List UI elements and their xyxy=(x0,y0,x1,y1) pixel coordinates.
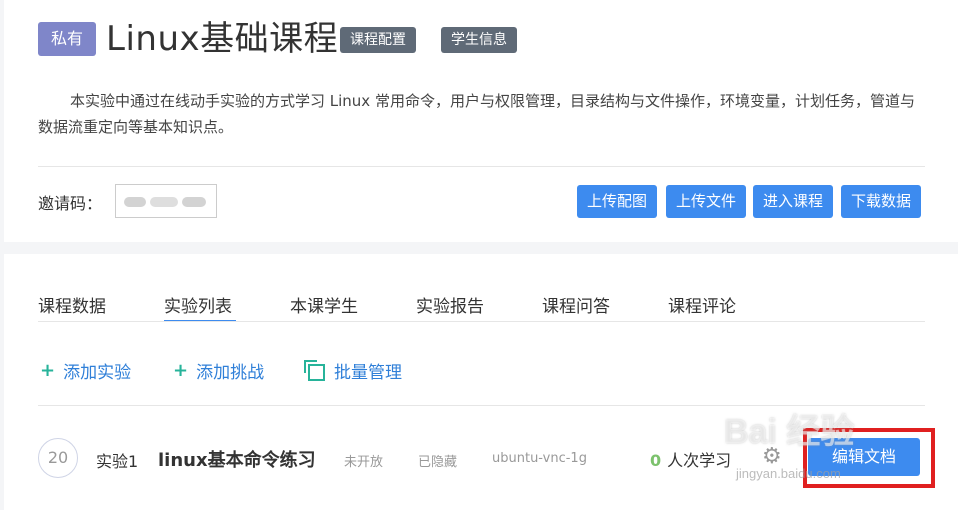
status-not-open: 未开放 xyxy=(344,455,384,470)
course-title: Linux基础课程 xyxy=(106,19,339,59)
environment-label: ubuntu-vnc-1g xyxy=(492,451,587,466)
enter-course-button[interactable]: 进入课程 xyxy=(753,185,834,218)
tab-course-qa[interactable]: 课程问答 xyxy=(542,292,610,317)
experiment-number-badge: 20 xyxy=(38,438,78,478)
course-config-button[interactable]: 课程配置 xyxy=(340,27,416,53)
add-experiment-label: 添加实验 xyxy=(63,363,132,383)
learner-count-number: 0 xyxy=(650,451,662,470)
invite-code-field[interactable] xyxy=(115,184,217,218)
blurred-code-segment xyxy=(150,197,178,207)
course-content-card: 课程数据 实验列表 本课学生 实验报告 课程问答 课程评论 + 添加实验 + 添… xyxy=(4,254,958,510)
course-description: 本实验中通过在线动手实验的方式学习 Linux 常用命令，用户与权限管理，目录结… xyxy=(38,92,915,136)
course-header-card: 私有 Linux基础课程 课程配置 学生信息 本实验中通过在线动手实验的方式学习… xyxy=(4,0,958,242)
batch-manage-label: 批量管理 xyxy=(334,363,402,383)
blurred-code-segment xyxy=(124,197,146,207)
learner-count: 0 人次学习 xyxy=(650,447,731,471)
tab-experiment-reports[interactable]: 实验报告 xyxy=(416,292,484,317)
plus-icon: + xyxy=(40,360,56,381)
add-challenge-button[interactable]: + 添加挑战 xyxy=(173,358,264,383)
tabs-divider xyxy=(38,321,925,322)
status-hidden: 已隐藏 xyxy=(418,455,458,470)
upload-file-button[interactable]: 上传文件 xyxy=(666,185,747,218)
tab-course-comments[interactable]: 课程评论 xyxy=(668,292,736,317)
plus-icon: + xyxy=(173,360,189,381)
add-experiment-button[interactable]: + 添加实验 xyxy=(40,358,131,383)
tab-course-students[interactable]: 本课学生 xyxy=(290,292,358,317)
learner-count-suffix: 人次学习 xyxy=(667,451,732,470)
download-data-button[interactable]: 下载数据 xyxy=(841,185,922,218)
experiment-index-label: 实验1 xyxy=(96,452,139,471)
private-badge: 私有 xyxy=(38,22,96,56)
copy-icon xyxy=(304,360,325,381)
upload-image-button[interactable]: 上传配图 xyxy=(577,185,658,218)
watermark-logo: Bai 经验 xyxy=(724,413,855,451)
invite-code-label: 邀请码： xyxy=(38,194,103,213)
add-challenge-label: 添加挑战 xyxy=(196,363,265,383)
blurred-code-segment xyxy=(182,197,206,207)
divider xyxy=(38,166,925,167)
student-info-button[interactable]: 学生信息 xyxy=(441,27,517,53)
batch-manage-button[interactable]: 批量管理 xyxy=(304,358,402,383)
watermark-url: jingyan.baidu.com xyxy=(736,466,841,481)
tab-course-data[interactable]: 课程数据 xyxy=(38,292,106,317)
experiment-name[interactable]: linux基本命令练习 xyxy=(158,446,316,472)
tab-experiment-list[interactable]: 实验列表 xyxy=(164,292,232,317)
